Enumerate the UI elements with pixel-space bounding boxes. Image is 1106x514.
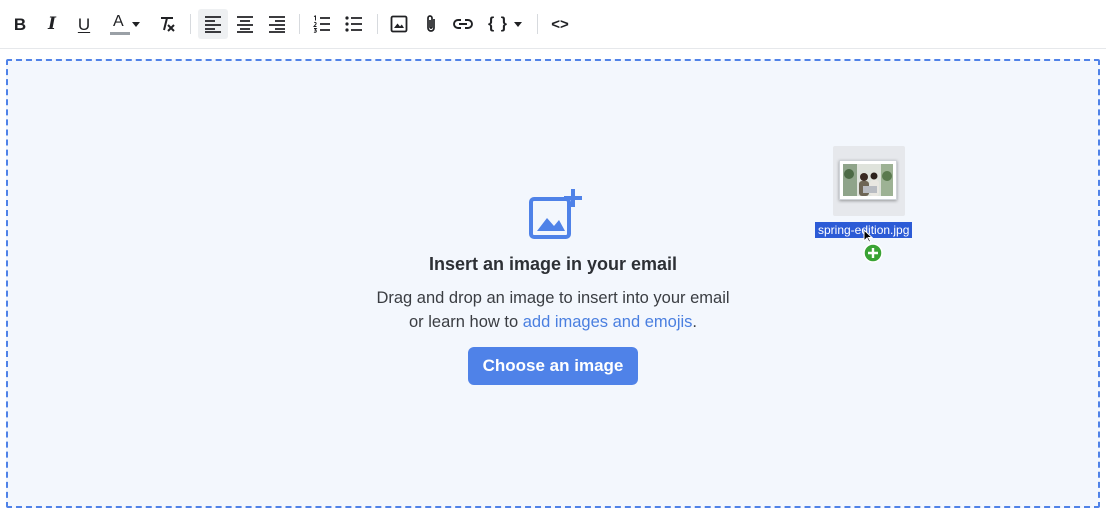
source-code-button[interactable]: <>: [546, 9, 574, 39]
image-thumbnail: [839, 160, 897, 200]
drop-zone-description: Drag and drop an image to insert into yo…: [376, 289, 730, 331]
align-left-button[interactable]: [198, 9, 228, 39]
drop-zone-heading: Insert an image in your email: [428, 254, 678, 274]
ordered-list-icon: [312, 15, 330, 33]
bold-icon: B: [13, 14, 27, 34]
align-left-icon: [205, 16, 221, 33]
add-copy-icon: [863, 243, 883, 263]
choose-image-button[interactable]: Choose an image: [468, 347, 638, 385]
clear-format-icon: [161, 17, 175, 32]
toolbar-divider: [190, 14, 191, 34]
dragged-file-preview: [833, 146, 905, 216]
toolbar-divider: [299, 14, 300, 34]
editor-toolbar: B I U A {} <>: [0, 0, 1106, 49]
cursor-arrow-icon: [863, 229, 873, 243]
italic-icon: I: [48, 13, 56, 34]
bullet-list-button[interactable]: [340, 9, 368, 39]
underline-button[interactable]: U: [72, 9, 96, 39]
ordered-list-button[interactable]: [308, 9, 336, 39]
link-icon: [453, 19, 473, 29]
chevron-down-icon: [513, 22, 522, 27]
underline-icon: U: [77, 14, 91, 34]
text-color-icon: A: [108, 13, 130, 35]
insert-image-button[interactable]: [386, 9, 412, 39]
image-icon: [390, 15, 408, 33]
chevron-down-icon: [132, 22, 140, 27]
attach-file-button[interactable]: [418, 9, 444, 39]
bullet-list-icon: [345, 16, 362, 32]
braces-icon: { }: [488, 15, 508, 32]
align-right-button[interactable]: [263, 9, 291, 39]
align-center-icon: [237, 16, 253, 33]
code-icon: <>: [551, 15, 569, 33]
insert-link-button[interactable]: [449, 9, 477, 39]
toolbar-divider: [537, 14, 538, 34]
clear-format-button[interactable]: [154, 9, 180, 39]
paperclip-icon: [427, 15, 435, 32]
align-center-button[interactable]: [231, 9, 259, 39]
italic-button[interactable]: I: [40, 9, 64, 39]
toolbar-divider: [377, 14, 378, 34]
add-image-icon: [529, 189, 582, 239]
photo-thumbnail: [843, 164, 893, 196]
align-right-icon: [269, 16, 285, 33]
text-color-dropdown[interactable]: A: [102, 9, 148, 39]
merge-tags-dropdown[interactable]: { }: [484, 9, 528, 39]
bold-button[interactable]: B: [8, 9, 32, 39]
help-link[interactable]: add images and emojis: [523, 313, 693, 331]
image-drop-zone[interactable]: Insert an image in your email Drag and d…: [6, 59, 1100, 508]
